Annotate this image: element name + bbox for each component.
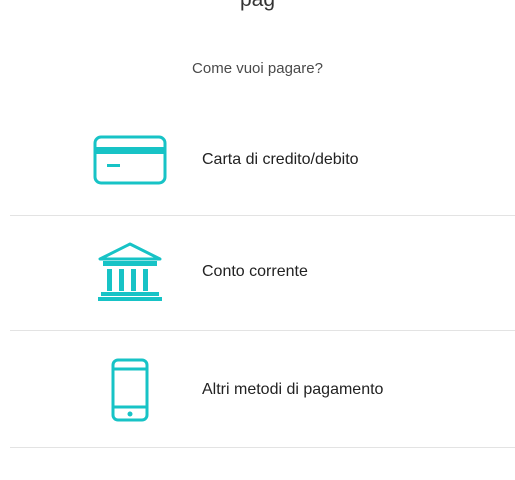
payment-option-label: Altri metodi di pagamento <box>202 381 384 398</box>
payment-option-other[interactable]: Altri metodi di pagamento <box>10 342 515 438</box>
divider <box>10 447 515 448</box>
divider <box>10 330 515 331</box>
divider <box>10 215 515 216</box>
payment-option-label: Carta di credito/debito <box>202 151 359 168</box>
smartphone-icon <box>90 358 170 422</box>
top-cut-off-text: pag <box>0 0 515 12</box>
bank-icon <box>90 242 170 302</box>
credit-card-icon <box>90 130 170 190</box>
payment-option-bank[interactable]: Conto corrente <box>10 224 515 320</box>
payment-question: Come vuoi pagare? <box>192 60 323 77</box>
payment-option-card[interactable]: Carta di credito/debito <box>10 112 515 208</box>
payment-option-label: Conto corrente <box>202 263 308 280</box>
